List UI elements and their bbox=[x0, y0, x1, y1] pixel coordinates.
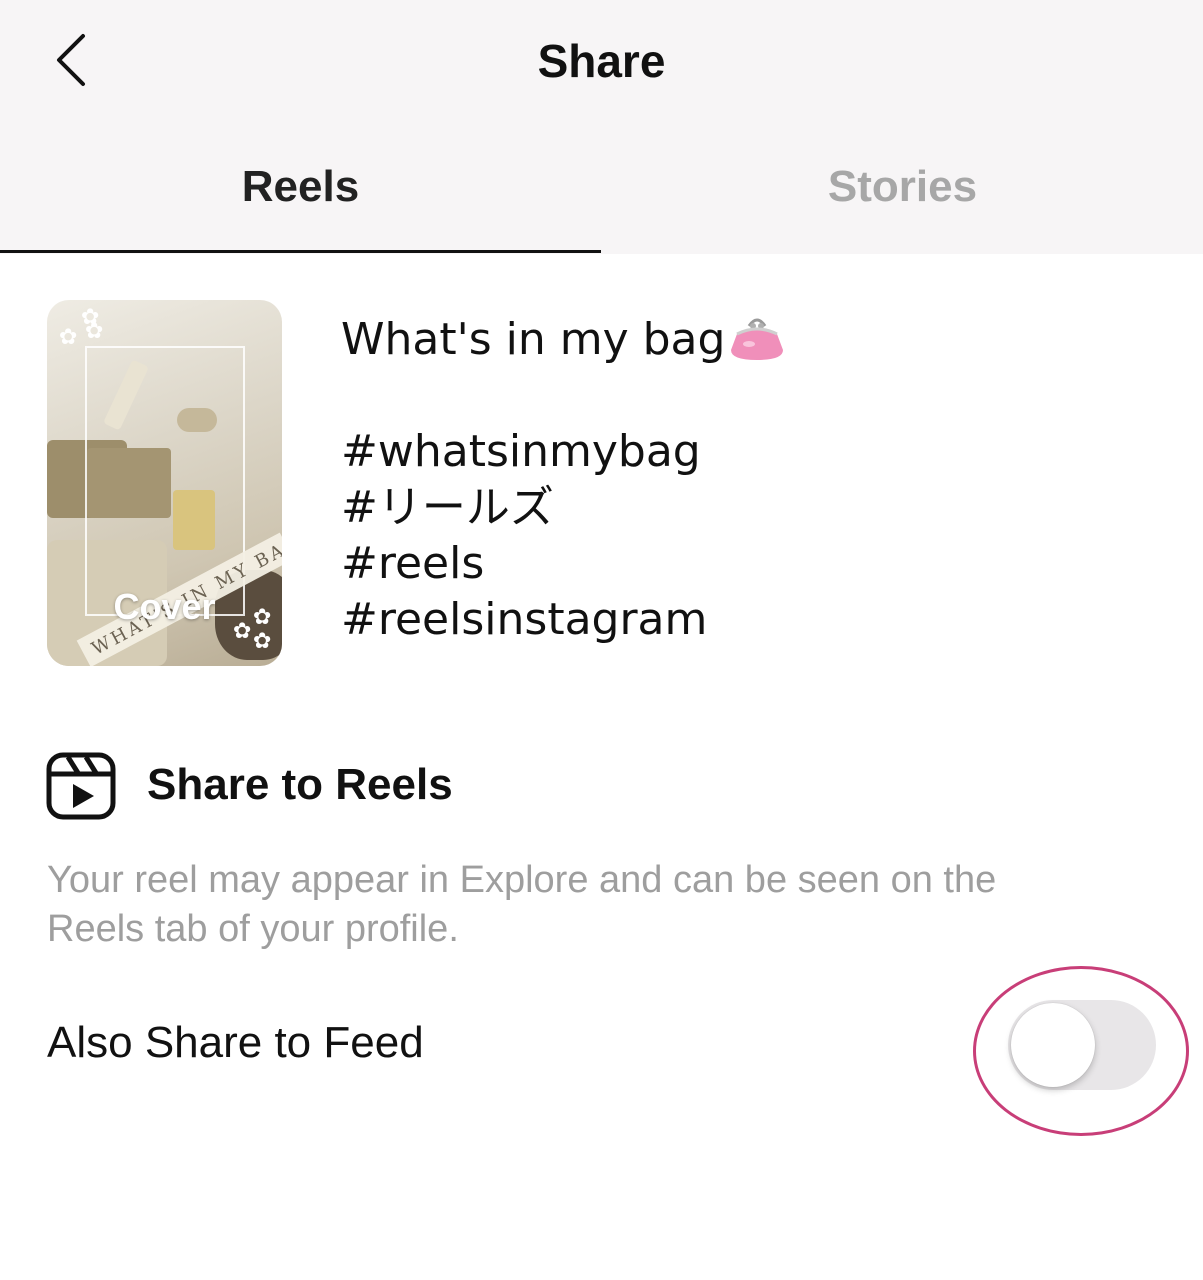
caption[interactable]: What's in my bag #whatsinmybag #リールズ #re… bbox=[341, 312, 1141, 648]
caption-title: What's in my bag bbox=[341, 314, 726, 365]
caption-line bbox=[341, 368, 1141, 424]
also-share-to-feed-label: Also Share to Feed bbox=[47, 1018, 424, 1067]
tab-stories[interactable]: Stories bbox=[602, 162, 1203, 212]
description-line: Reels tab of your profile. bbox=[47, 908, 459, 950]
header: Share Reels Stories bbox=[0, 0, 1203, 254]
tab-reels[interactable]: Reels bbox=[0, 162, 601, 212]
cover-label: Cover bbox=[113, 586, 216, 627]
active-tab-indicator bbox=[0, 250, 601, 253]
flower-icon: ✿ bbox=[253, 628, 272, 653]
share-to-reels-title: Share to Reels bbox=[147, 760, 453, 809]
caption-line: #reels bbox=[341, 538, 485, 589]
purse-emoji bbox=[725, 316, 785, 360]
page-title: Share bbox=[537, 35, 666, 87]
caption-line: What's in my bag bbox=[341, 312, 1141, 368]
reels-icon bbox=[46, 752, 116, 820]
highlight-circle bbox=[973, 966, 1189, 1136]
flower-icon: ✿ bbox=[85, 318, 104, 343]
caption-line: #リールズ bbox=[341, 482, 554, 533]
description-line: Your reel may appear in Explore and can … bbox=[47, 859, 997, 901]
flower-icon: ✿ bbox=[59, 324, 78, 349]
caption-line: #reelsinstagram bbox=[341, 594, 708, 645]
cover-thumbnail[interactable]: WHAT'S IN MY BAG ✿ ✿ ✿ ✿ ✿ ✿ Cover bbox=[47, 300, 282, 666]
caption-line: #whatsinmybag bbox=[341, 426, 701, 477]
share-to-reels-description: Your reel may appear in Explore and can … bbox=[47, 856, 1127, 954]
